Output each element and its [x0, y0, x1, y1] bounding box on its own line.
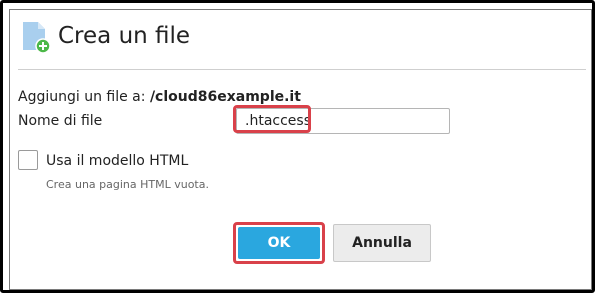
destination-path: /cloud86example.it	[149, 89, 301, 105]
ok-button[interactable]: OK	[238, 227, 320, 259]
html-template-checkbox[interactable]	[18, 150, 38, 170]
cancel-button[interactable]: Annulla	[333, 224, 431, 262]
create-file-dialog: Crea un file Aggiungi un file a: /cloud8…	[9, 9, 592, 290]
ok-button-highlight: OK	[233, 222, 325, 264]
destination-row: Aggiungi un file a: /cloud86example.it	[18, 88, 301, 106]
dialog-header: Crea un file	[10, 10, 591, 70]
filename-label: Nome di file	[18, 113, 103, 129]
new-file-icon	[21, 20, 51, 54]
html-template-label[interactable]: Usa il modello HTML	[46, 152, 188, 170]
html-template-hint: Crea una pagina HTML vuota.	[46, 178, 209, 191]
destination-label: Aggiungi un file a:	[18, 89, 146, 105]
screenshot-frame: Crea un file Aggiungi un file a: /cloud8…	[0, 0, 595, 293]
dialog-title: Crea un file	[58, 23, 191, 49]
filename-input[interactable]	[236, 108, 450, 134]
header-divider	[18, 69, 586, 70]
